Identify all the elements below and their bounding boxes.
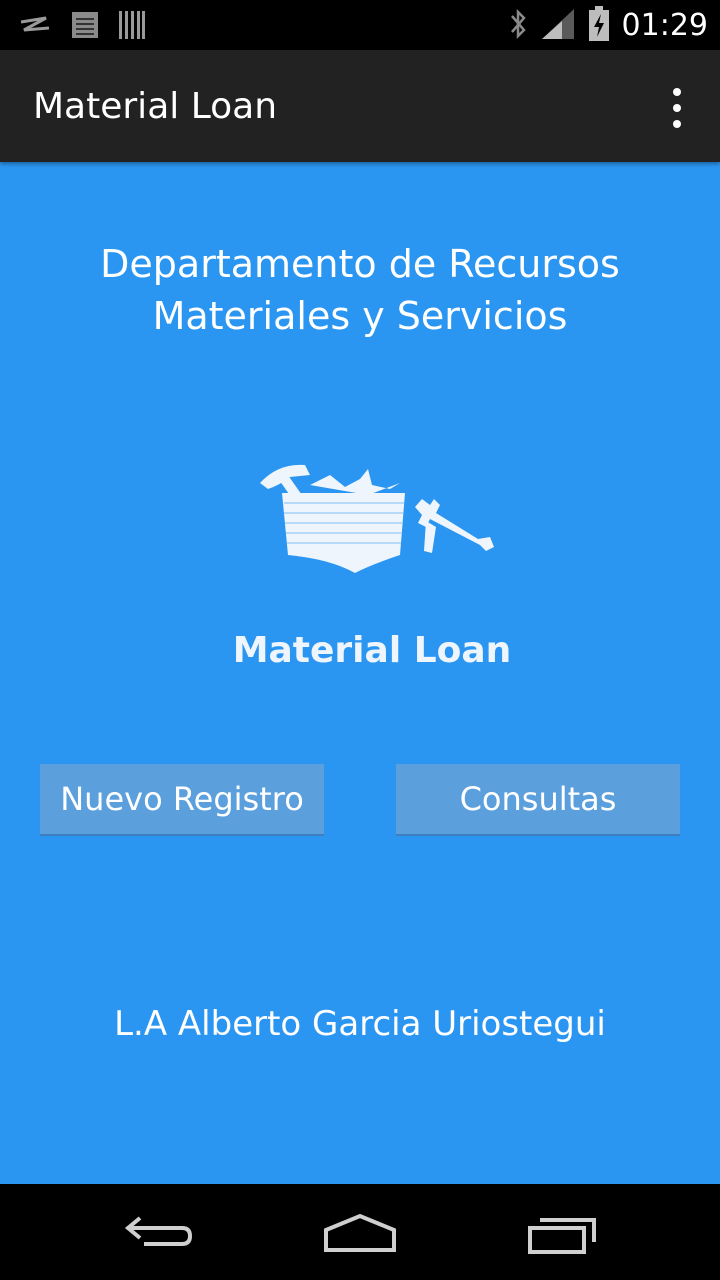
- author-credit: L.A Alberto Garcia Uriostegui: [114, 1004, 606, 1044]
- navigation-bar: [0, 1184, 720, 1280]
- overflow-menu-icon-dot: [673, 104, 681, 112]
- signal-icon: [540, 7, 576, 45]
- department-line-1: Departamento de Recursos: [100, 242, 620, 286]
- department-line-2: Materiales y Servicios: [152, 294, 568, 338]
- barcode-icon: [118, 10, 146, 44]
- battery-charging-icon: [588, 6, 610, 46]
- recent-apps-button[interactable]: [520, 1206, 600, 1258]
- status-bar: 01:29: [0, 0, 720, 50]
- bluetooth-icon: [508, 7, 528, 45]
- notification-icon: [18, 14, 52, 40]
- overflow-menu-icon-dot: [673, 88, 681, 96]
- home-icon: [320, 1213, 400, 1262]
- status-right: 01:29: [508, 6, 708, 46]
- status-time: 01:29: [621, 8, 708, 43]
- new-record-button[interactable]: Nuevo Registro: [40, 764, 324, 836]
- logo-text: Material Loan: [232, 630, 512, 671]
- overflow-menu-icon-dot: [673, 120, 681, 128]
- home-button[interactable]: [320, 1206, 400, 1258]
- back-button[interactable]: [120, 1206, 200, 1258]
- status-left: [18, 10, 146, 44]
- document-icon: [70, 10, 100, 44]
- recent-apps-icon: [520, 1218, 600, 1262]
- department-heading: Departamento de Recursos Materiales y Se…: [0, 238, 720, 342]
- overflow-menu-button[interactable]: [662, 88, 692, 128]
- queries-button[interactable]: Consultas: [396, 764, 680, 836]
- toolbox-logo-icon: [250, 455, 500, 585]
- back-icon: [120, 1216, 200, 1262]
- app-title: Material Loan: [33, 86, 278, 127]
- action-bar: Material Loan: [0, 50, 720, 162]
